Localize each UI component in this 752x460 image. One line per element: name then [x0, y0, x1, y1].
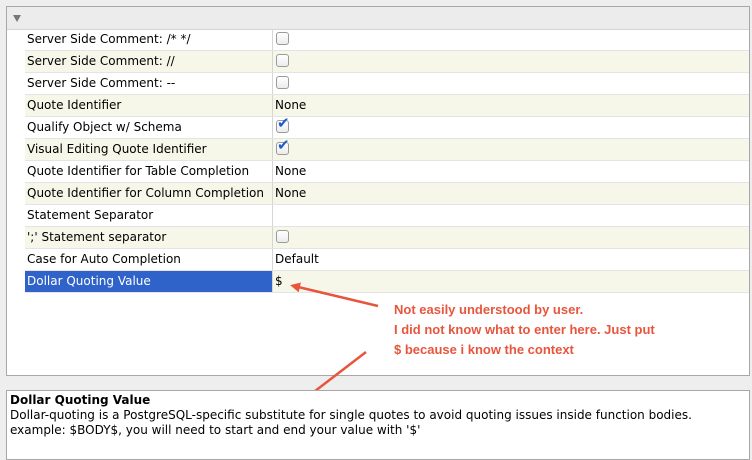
property-name[interactable]: Server Side Comment: /* */ — [25, 29, 273, 50]
property-value[interactable] — [273, 73, 749, 94]
property-value[interactable]: None — [273, 161, 749, 182]
check-icon: ✔ — [277, 114, 290, 132]
check-icon: ✔ — [277, 136, 290, 154]
property-name[interactable]: Server Side Comment: -- — [25, 73, 273, 94]
property-name[interactable]: Case for Auto Completion — [25, 249, 273, 270]
property-name[interactable]: Server Side Comment: // — [25, 51, 273, 72]
property-name[interactable]: Quote Identifier for Column Completion — [25, 183, 273, 204]
description-text: Dollar-quoting is a PostgreSQL-specific … — [10, 408, 692, 422]
property-row[interactable]: Case for Auto Completion Default — [25, 249, 749, 271]
property-row[interactable]: Quote Identifier None — [25, 95, 749, 117]
property-row[interactable]: ';' Statement separator — [25, 227, 749, 249]
property-value[interactable]: Default — [273, 249, 749, 270]
property-row[interactable]: Dollar Quoting Value $ — [25, 271, 749, 293]
property-name[interactable]: Qualify Object w/ Schema — [25, 117, 273, 138]
property-value[interactable]: None — [273, 95, 749, 116]
annotation-line: $ because i know the context — [394, 342, 574, 357]
property-value[interactable]: ✔ — [273, 116, 749, 138]
checkbox-unchecked[interactable] — [276, 76, 289, 89]
group-header[interactable] — [7, 7, 749, 30]
checkbox-unchecked[interactable] — [276, 54, 289, 67]
property-name[interactable]: Statement Separator — [25, 205, 273, 226]
property-row[interactable]: Visual Editing Quote Identifier ✔ — [25, 138, 749, 161]
property-name[interactable]: Quote Identifier for Table Completion — [25, 161, 273, 182]
description-title: Dollar Quoting Value — [10, 393, 151, 407]
description-example: example: $BODY$, you will need to start … — [10, 423, 421, 437]
property-row[interactable]: Quote Identifier for Table Completion Non… — [25, 161, 749, 183]
annotation-line: Not easily understood by user. — [394, 302, 584, 317]
property-name[interactable]: ';' Statement separator — [25, 227, 273, 248]
property-value[interactable]: None — [273, 183, 749, 204]
property-row[interactable]: Server Side Comment: // — [25, 51, 749, 73]
property-value[interactable]: ✔ — [273, 138, 749, 160]
property-name[interactable]: Visual Editing Quote Identifier — [25, 139, 273, 160]
property-row[interactable]: Statement Separator — [25, 205, 749, 227]
property-value[interactable] — [273, 29, 749, 50]
property-row[interactable]: Server Side Comment: /* */ — [25, 29, 749, 51]
annotation-line: I did not know what to enter here. Just … — [394, 322, 655, 337]
annotation-note: Not easily understood by user. I did not… — [394, 300, 655, 360]
property-grid: Server Side Comment: /* */Server Side Co… — [25, 29, 749, 293]
property-row[interactable]: Server Side Comment: -- — [25, 73, 749, 95]
property-value[interactable]: $ — [273, 271, 749, 292]
property-name[interactable]: Quote Identifier — [25, 95, 273, 116]
checkbox-unchecked[interactable] — [276, 32, 289, 45]
property-row[interactable]: Quote Identifier for Column Completion No… — [25, 183, 749, 205]
property-row[interactable]: Qualify Object w/ Schema ✔ — [25, 116, 749, 139]
description-panel: Dollar Quoting Value Dollar-quoting is a… — [6, 390, 750, 460]
property-value[interactable] — [273, 205, 749, 226]
property-value[interactable] — [273, 227, 749, 248]
checkbox-unchecked[interactable] — [276, 230, 289, 243]
property-name[interactable]: Dollar Quoting Value — [25, 271, 273, 292]
collapse-triangle-icon[interactable] — [13, 15, 21, 22]
checkbox-checked[interactable]: ✔ — [276, 116, 290, 133]
property-value[interactable] — [273, 51, 749, 72]
checkbox-checked[interactable]: ✔ — [276, 138, 290, 155]
